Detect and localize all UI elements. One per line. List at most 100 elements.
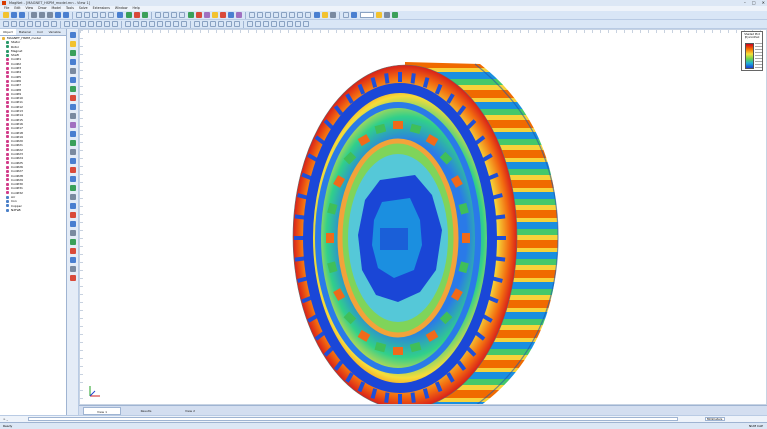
tool-f-icon[interactable] (289, 12, 295, 18)
tab-view-1[interactable]: View 1 (83, 407, 121, 415)
graph-icon[interactable] (157, 21, 163, 27)
view-bottom-icon[interactable] (43, 21, 49, 27)
line-icon[interactable] (84, 12, 90, 18)
extrude-icon[interactable] (142, 12, 148, 18)
tree-item[interactable]: NdFeB (0, 208, 66, 212)
side-tool-icon[interactable] (70, 86, 76, 92)
help-icon[interactable] (376, 12, 382, 18)
side-tool-icon[interactable] (70, 41, 76, 47)
side-tool-icon[interactable] (70, 185, 76, 191)
script-icon[interactable] (392, 12, 398, 18)
edge-icon[interactable] (80, 21, 86, 27)
table-icon[interactable] (165, 21, 171, 27)
tab-material[interactable]: Material (16, 29, 34, 35)
side-tool-icon[interactable] (70, 104, 76, 110)
polar-icon[interactable] (263, 21, 269, 27)
side-tool-icon[interactable] (70, 95, 76, 101)
view-front-icon[interactable] (3, 21, 9, 27)
visibility-icon[interactable] (279, 21, 285, 27)
tab-object[interactable]: Object (0, 29, 16, 35)
side-tool-icon[interactable] (70, 122, 76, 128)
tool-e-icon[interactable] (281, 12, 287, 18)
side-tool-icon[interactable] (70, 149, 76, 155)
copy-icon[interactable] (39, 12, 45, 18)
group-icon[interactable] (226, 21, 232, 27)
text-icon[interactable] (117, 12, 123, 18)
side-tool-icon[interactable] (70, 212, 76, 218)
field-plot-3d[interactable] (80, 30, 767, 405)
tab-coil[interactable]: Coil (34, 29, 46, 35)
side-tool-icon[interactable] (70, 131, 76, 137)
side-tool-icon[interactable] (70, 230, 76, 236)
side-tool-icon[interactable] (70, 167, 76, 173)
zoom-icon[interactable] (314, 12, 320, 18)
tool-j-icon[interactable] (351, 12, 357, 18)
tab-view-2[interactable]: View 2 (171, 407, 209, 415)
redo-icon[interactable] (63, 12, 69, 18)
ortho-icon[interactable] (255, 21, 261, 27)
side-tool-icon[interactable] (70, 266, 76, 272)
view-right-icon[interactable] (27, 21, 33, 27)
distribute-icon[interactable] (218, 21, 224, 27)
tool-c-icon[interactable] (265, 12, 271, 18)
save-icon[interactable] (19, 12, 25, 18)
units-select[interactable]: Millimeters (705, 417, 725, 421)
fit-icon[interactable] (112, 21, 118, 27)
rotate-icon[interactable] (179, 12, 185, 18)
side-tool-icon[interactable] (70, 50, 76, 56)
layer-icon[interactable] (271, 21, 277, 27)
symmetry-icon[interactable] (171, 12, 177, 18)
transparency-icon[interactable] (303, 21, 309, 27)
tool-i-icon[interactable] (343, 12, 349, 18)
plot-icon[interactable] (228, 12, 234, 18)
new-file-icon[interactable] (3, 12, 9, 18)
tool-b-icon[interactable] (257, 12, 263, 18)
field-icon[interactable] (220, 12, 226, 18)
boundary-icon[interactable] (163, 12, 169, 18)
open-file-icon[interactable] (11, 12, 17, 18)
side-tool-icon[interactable] (70, 194, 76, 200)
side-tool-icon[interactable] (70, 257, 76, 263)
view-iso-icon[interactable] (51, 21, 57, 27)
color-icon[interactable] (295, 21, 301, 27)
solve-icon[interactable] (188, 12, 194, 18)
side-tool-icon[interactable] (70, 59, 76, 65)
side-tool-icon[interactable] (70, 239, 76, 245)
tool-d-icon[interactable] (273, 12, 279, 18)
align-left-icon[interactable] (194, 21, 200, 27)
side-tool-icon[interactable] (70, 248, 76, 254)
side-tool-icon[interactable] (70, 140, 76, 146)
stop-icon[interactable] (196, 12, 202, 18)
align-center-icon[interactable] (202, 21, 208, 27)
cut-plane-icon[interactable] (141, 21, 147, 27)
shade-icon[interactable] (72, 21, 78, 27)
lock-icon[interactable] (287, 21, 293, 27)
model-viewport[interactable]: Shaded Plot |B| smoothed (79, 29, 767, 405)
view-back-icon[interactable] (11, 21, 17, 27)
tab-variable[interactable]: Variable (46, 29, 64, 35)
ungroup-icon[interactable] (234, 21, 240, 27)
paste-icon[interactable] (47, 12, 53, 18)
orbit-icon[interactable] (104, 21, 110, 27)
undo-icon[interactable] (55, 12, 61, 18)
side-tool-icon[interactable] (70, 203, 76, 209)
cut-icon[interactable] (31, 12, 37, 18)
select-icon[interactable] (76, 12, 82, 18)
align-right-icon[interactable] (210, 21, 216, 27)
vector-icon[interactable] (236, 12, 242, 18)
side-tool-icon[interactable] (70, 176, 76, 182)
view-top-icon[interactable] (35, 21, 41, 27)
camera-icon[interactable] (330, 12, 336, 18)
snap-icon[interactable] (247, 21, 253, 27)
command-input[interactable] (28, 417, 678, 421)
section-icon[interactable] (133, 21, 139, 27)
tool-a-icon[interactable] (249, 12, 255, 18)
light-icon[interactable] (322, 12, 328, 18)
tab-results[interactable]: Results (127, 407, 165, 415)
info-icon[interactable] (384, 12, 390, 18)
animate-icon[interactable] (173, 21, 179, 27)
side-tool-icon[interactable] (70, 275, 76, 281)
zoom-combo[interactable] (360, 12, 374, 18)
view-left-icon[interactable] (19, 21, 25, 27)
circle-icon[interactable] (100, 12, 106, 18)
